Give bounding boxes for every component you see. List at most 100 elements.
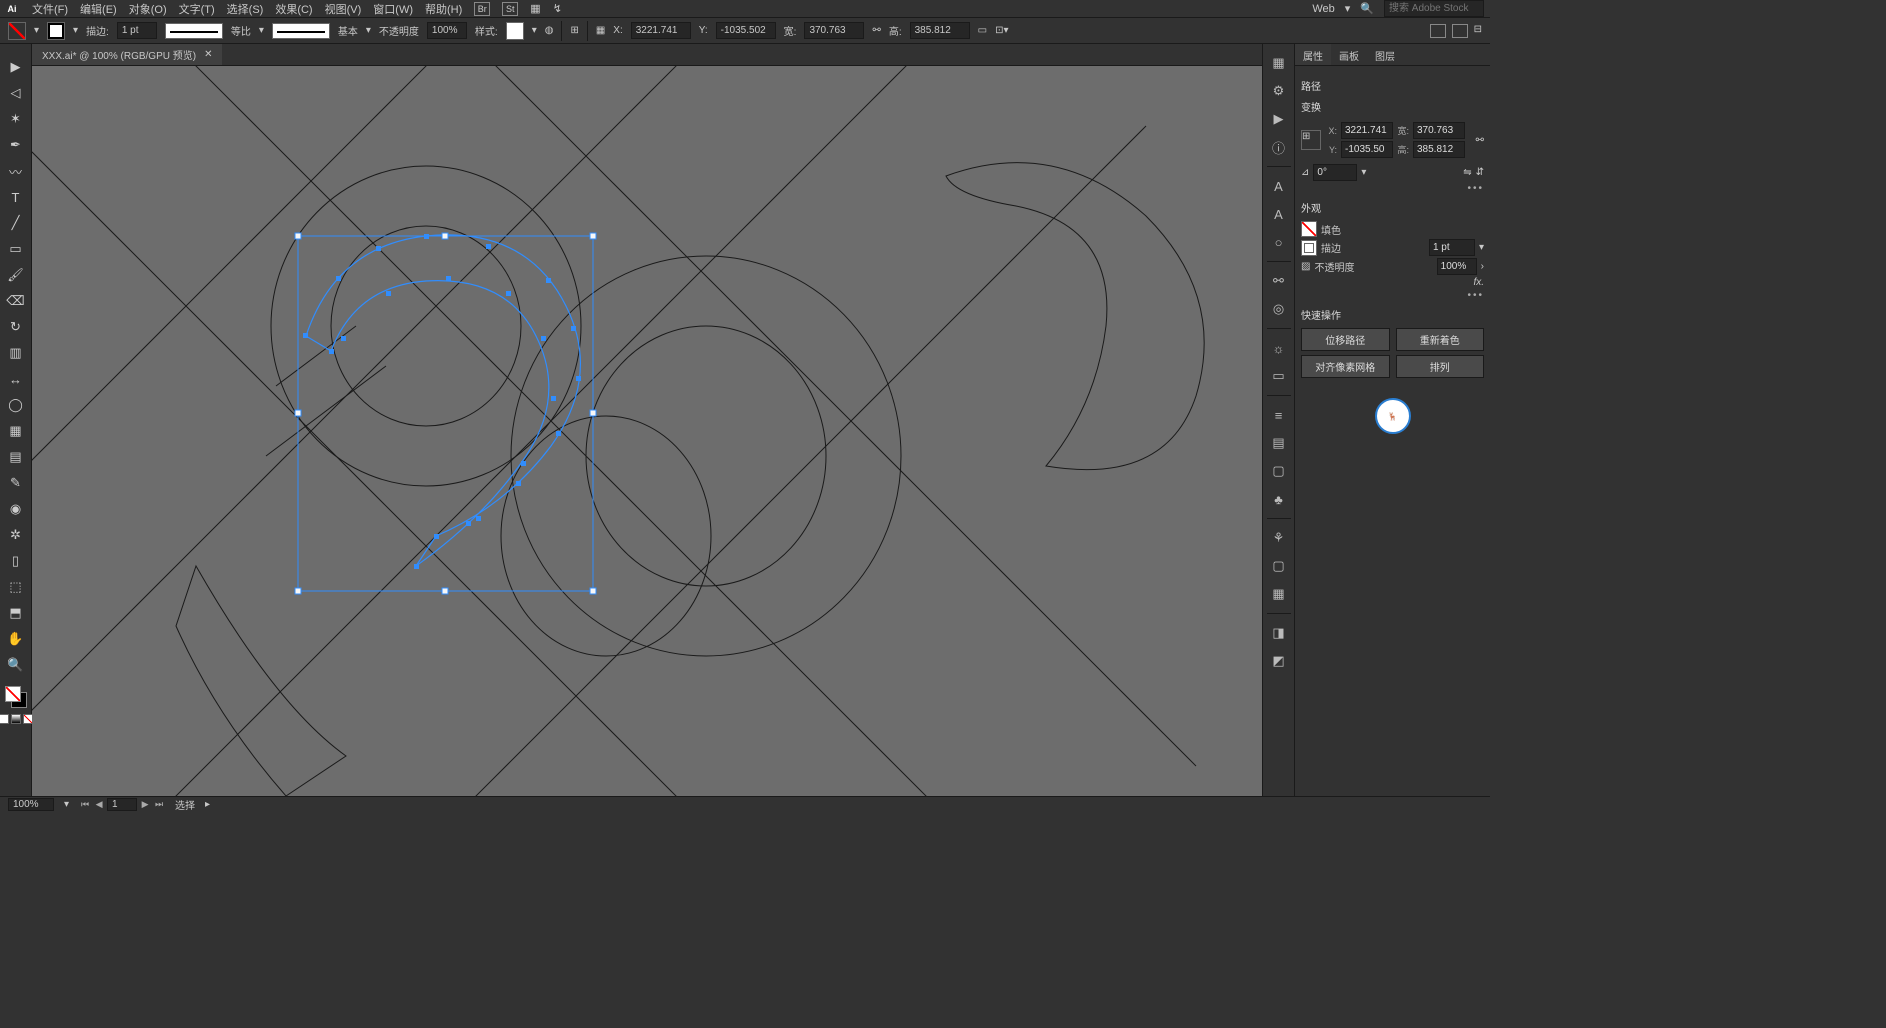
prop-h-input[interactable] — [1413, 141, 1465, 158]
grid-snap-panel-icon[interactable]: ▭ — [1268, 365, 1290, 387]
align-pixel-button[interactable]: 对齐像素网格 — [1301, 355, 1390, 378]
align-panel-icon[interactable]: ≡ — [1268, 404, 1290, 426]
graphic-styles-panel-icon[interactable]: ⚘ — [1268, 527, 1290, 549]
prefs-icon[interactable] — [1452, 24, 1468, 38]
stroke-panel-panel-icon[interactable]: ◩ — [1268, 650, 1290, 672]
menu-file[interactable]: 文件(F) — [32, 1, 68, 17]
pathfinder-panel-icon[interactable]: ▤ — [1268, 432, 1290, 454]
play-panel-icon[interactable]: ▶ — [1268, 108, 1290, 130]
arrange-button[interactable]: 排列 — [1396, 355, 1485, 378]
style-swatch[interactable] — [506, 22, 524, 40]
prop-w-input[interactable] — [1413, 122, 1465, 139]
chevron-down-icon[interactable]: ▾ — [64, 799, 69, 810]
align-icon[interactable]: ⊞ — [570, 25, 578, 36]
column-graph-tool[interactable]: ▯ — [4, 550, 28, 572]
transparency-panel-icon[interactable]: ◨ — [1268, 622, 1290, 644]
more-icon[interactable]: ••• — [1301, 290, 1484, 301]
brushes-panel-icon[interactable]: ▢ — [1268, 460, 1290, 482]
settings-panel-icon[interactable]: ⚙ — [1268, 80, 1290, 102]
prev-artboard-icon[interactable]: ◀ — [93, 798, 105, 810]
reference-point-icon[interactable]: ⊞ — [1301, 130, 1321, 150]
menu-object[interactable]: 对象(O) — [129, 1, 167, 17]
chevron-down-icon[interactable]: ▾ — [1479, 242, 1484, 253]
chevron-down-icon[interactable]: ▾ — [1361, 167, 1366, 178]
transform-icon[interactable]: ▦ — [596, 25, 605, 36]
chevron-right-icon[interactable]: › — [1481, 261, 1484, 272]
stroke-swatch[interactable] — [1301, 240, 1317, 256]
type-panel-icon[interactable]: A — [1268, 175, 1290, 197]
recolor-icon[interactable]: ◍ — [545, 25, 554, 36]
shape-props-icon[interactable]: ▭ — [978, 25, 987, 36]
fill-swatch[interactable] — [1301, 221, 1317, 237]
doc-setup-icon[interactable] — [1430, 24, 1446, 38]
flip-h-icon[interactable]: ⇋ — [1463, 167, 1471, 178]
more-icon[interactable]: ••• — [1301, 183, 1484, 194]
canvas[interactable] — [32, 66, 1262, 796]
stroke-weight-input[interactable] — [1429, 239, 1475, 256]
magic-wand-tool[interactable]: ✶ — [4, 108, 28, 130]
type2-panel-icon[interactable]: A — [1268, 203, 1290, 225]
eyedropper-tool[interactable]: ✎ — [4, 472, 28, 494]
drawing-mode-icons[interactable] — [0, 714, 33, 724]
swatches-panel-icon[interactable]: ▢ — [1268, 555, 1290, 577]
menu-select[interactable]: 选择(S) — [227, 1, 264, 17]
menu-help[interactable]: 帮助(H) — [425, 1, 462, 17]
isolate-icon[interactable]: ⊡▾ — [995, 25, 1008, 36]
offset-path-button[interactable]: 位移路径 — [1301, 328, 1390, 351]
chevron-down-icon[interactable]: ▾ — [73, 25, 78, 36]
opacity-input[interactable] — [427, 22, 467, 39]
slice-tool[interactable]: ⬒ — [4, 602, 28, 624]
zoom-tool[interactable]: 🔍 — [4, 654, 28, 676]
artboard-tool[interactable]: ⬚ — [4, 576, 28, 598]
gradient-tool[interactable]: ▤ — [4, 446, 28, 468]
curvature-tool[interactable]: 〰 — [4, 160, 28, 182]
library-panel-icon[interactable]: ▦ — [1268, 52, 1290, 74]
line-tool[interactable]: ╱ — [4, 212, 28, 234]
rectangle-tool[interactable]: ▭ — [4, 238, 28, 260]
fx-label[interactable]: fx. — [1473, 277, 1484, 288]
prop-y-input[interactable] — [1341, 141, 1393, 158]
bridge-icon[interactable]: Br — [474, 2, 490, 16]
cc-lib-panel-icon[interactable]: ◎ — [1268, 298, 1290, 320]
chevron-down-icon[interactable]: ▾ — [259, 25, 264, 36]
x-input[interactable] — [631, 22, 691, 39]
first-artboard-icon[interactable]: ⏮ — [79, 798, 91, 810]
pen-tool[interactable]: ✒ — [4, 134, 28, 156]
document-tab[interactable]: XXX.ai* @ 100% (RGB/GPU 预览) ✕ — [32, 44, 222, 65]
chevron-down-icon[interactable]: ▾ — [1345, 2, 1351, 15]
zoom-input[interactable] — [8, 798, 54, 811]
artboard-num-input[interactable] — [107, 798, 137, 811]
recolor-button[interactable]: 重新着色 — [1396, 328, 1485, 351]
y-input[interactable] — [716, 22, 776, 39]
symbols-panel-icon[interactable]: ♣ — [1268, 488, 1290, 510]
stroke-swatch[interactable] — [47, 22, 65, 40]
menu-view[interactable]: 视图(V) — [325, 1, 362, 17]
menu-effect[interactable]: 效果(C) — [275, 1, 312, 17]
menu-type[interactable]: 文字(T) — [179, 1, 215, 17]
search-input[interactable] — [1384, 0, 1484, 17]
tab-layers[interactable]: 图层 — [1367, 44, 1403, 65]
last-artboard-icon[interactable]: ⏭ — [153, 798, 165, 810]
chevron-down-icon[interactable]: ▾ — [532, 25, 537, 36]
menu-edit[interactable]: 编辑(E) — [80, 1, 117, 17]
blend-tool[interactable]: ◉ — [4, 498, 28, 520]
sync-icon[interactable]: ↯ — [553, 2, 562, 15]
chevron-down-icon[interactable]: ▾ — [366, 25, 371, 36]
flip-v-icon[interactable]: ⇵ — [1476, 167, 1484, 178]
opacity-input[interactable] — [1437, 258, 1477, 275]
fill-swatch[interactable] — [8, 22, 26, 40]
chevron-right-icon[interactable]: ▸ — [205, 799, 210, 810]
menu-window[interactable]: 窗口(W) — [373, 1, 413, 17]
mask-panel-icon[interactable]: ☼ — [1268, 337, 1290, 359]
next-artboard-icon[interactable]: ▶ — [139, 798, 151, 810]
workspace-preset[interactable]: Web — [1312, 3, 1334, 15]
text-tool[interactable]: T — [4, 186, 28, 208]
link-wh-icon[interactable]: ⚯ — [872, 25, 880, 36]
rotate-tool[interactable]: ↻ — [4, 316, 28, 338]
arrange-docs-icon[interactable]: ▦ — [530, 2, 540, 15]
info-panel-icon[interactable]: ⓘ — [1268, 136, 1290, 158]
link-wh-icon[interactable]: ⚯ — [1476, 135, 1484, 146]
selection-tool[interactable]: ▶ — [4, 56, 28, 78]
brush-dropdown[interactable] — [272, 23, 330, 39]
chevron-down-icon[interactable]: ▾ — [34, 25, 39, 36]
